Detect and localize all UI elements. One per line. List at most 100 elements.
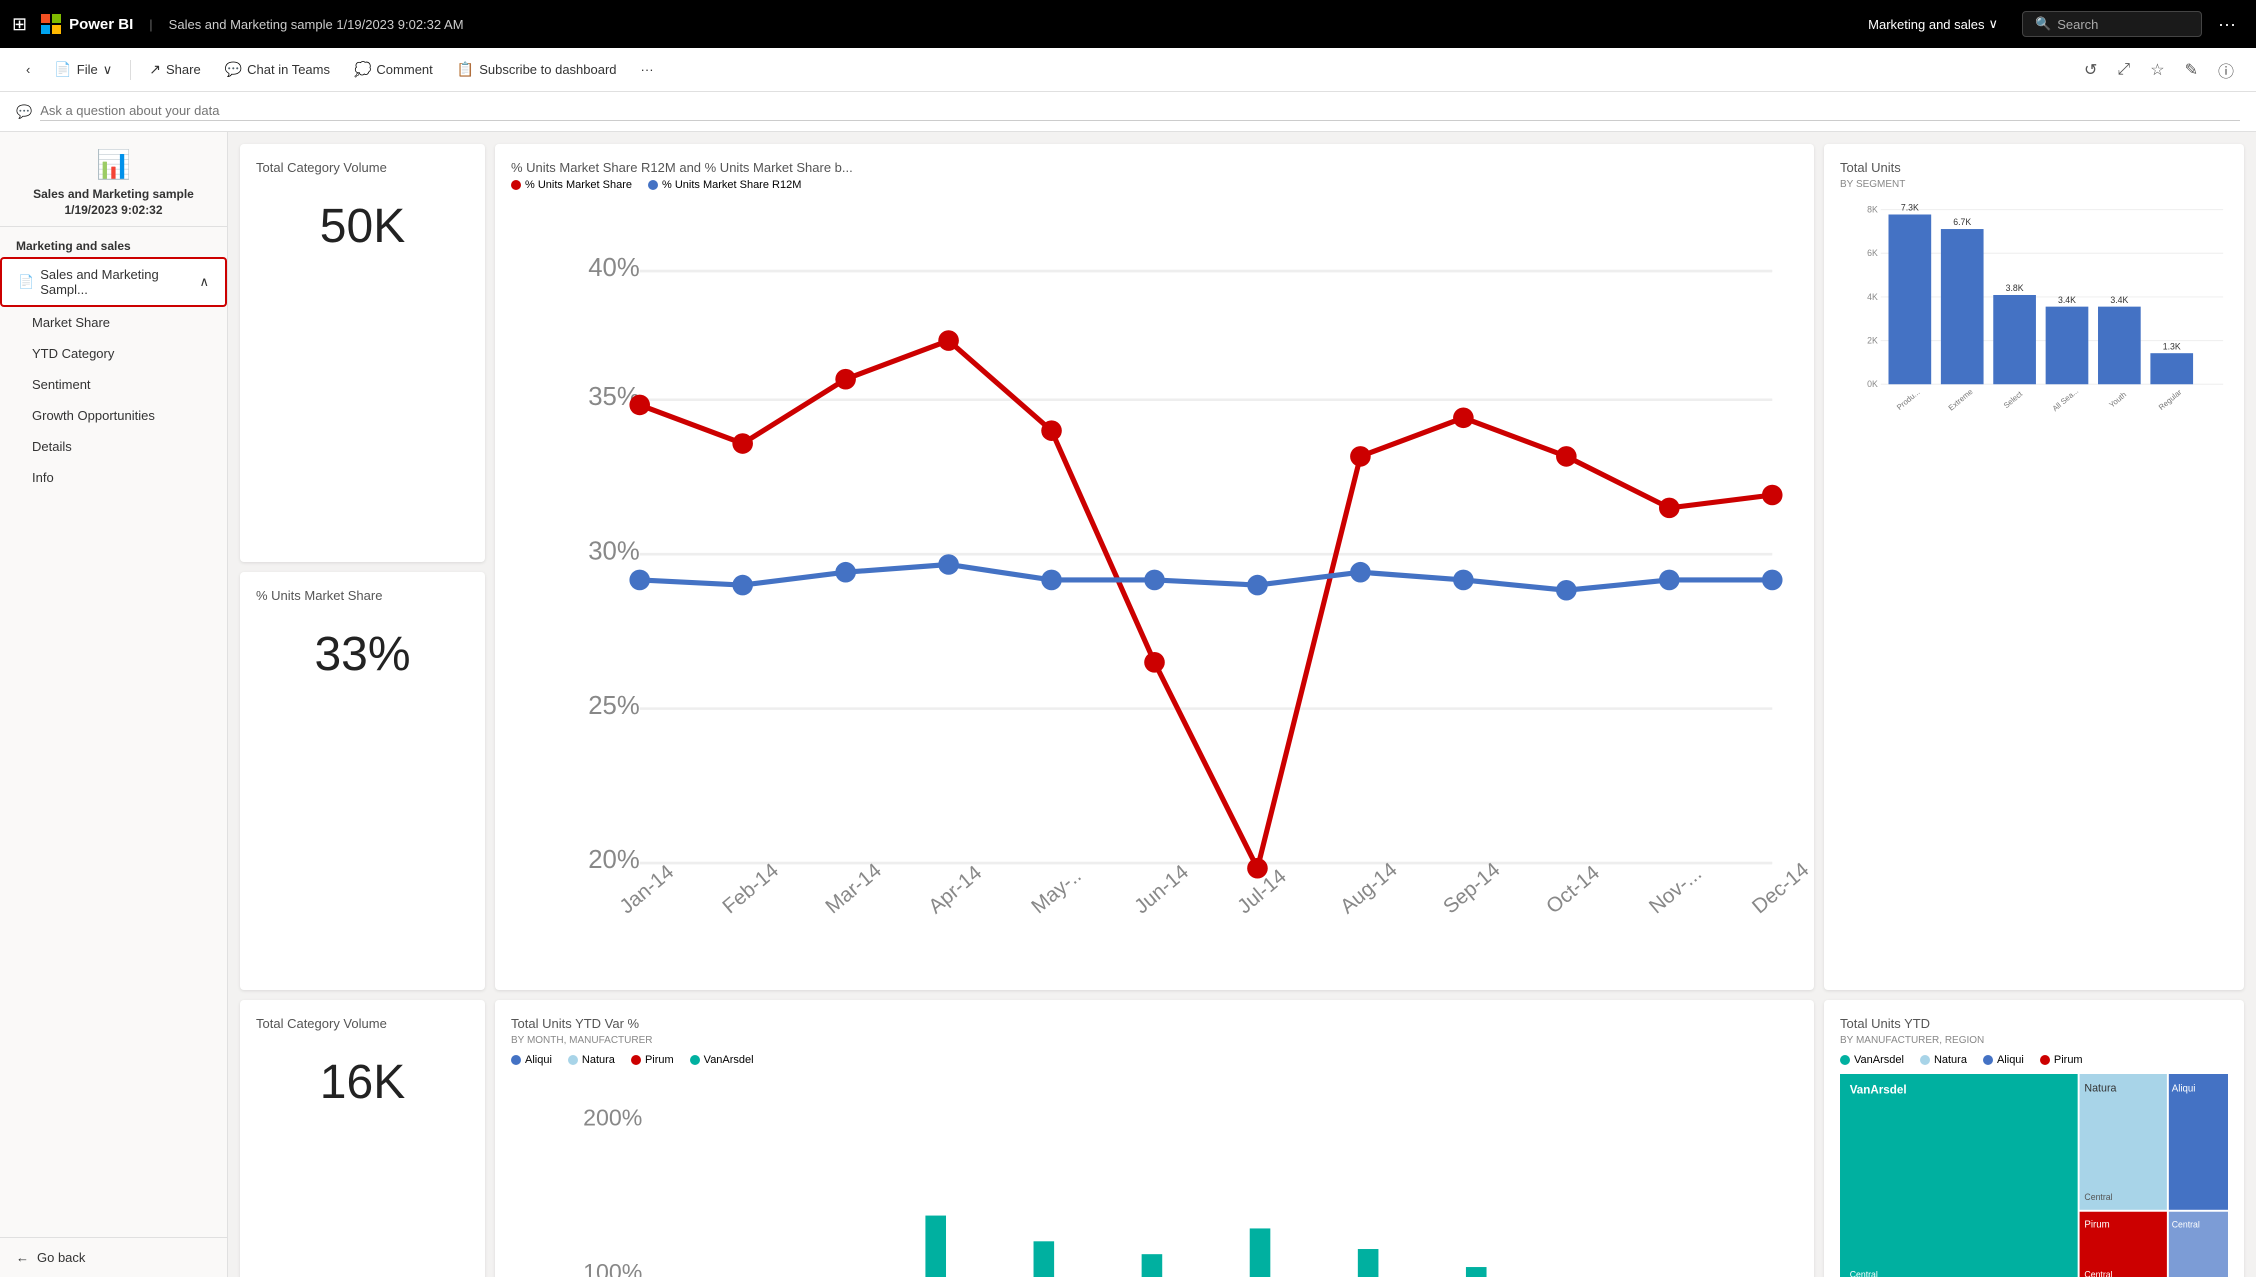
comment-label: Comment bbox=[376, 62, 432, 77]
edit-button[interactable]: ✎ bbox=[2179, 54, 2204, 86]
sidebar-item-ytd-category[interactable]: YTD Category bbox=[0, 338, 227, 369]
card-value: 50K bbox=[256, 179, 469, 274]
chat-label: Chat in Teams bbox=[247, 62, 330, 77]
svg-text:Mar-14: Mar-14 bbox=[821, 859, 886, 919]
svg-text:0K: 0K bbox=[1867, 379, 1878, 389]
legend-dot-1 bbox=[511, 180, 521, 190]
sidebar-item-growth-opportunities[interactable]: Growth Opportunities bbox=[0, 400, 227, 431]
go-back-label: Go back bbox=[37, 1250, 85, 1265]
subscribe-label: Subscribe to dashboard bbox=[479, 62, 616, 77]
ytd-treemap-legend: VanArsdel Natura Aliqui Pirum bbox=[1840, 1054, 2228, 1066]
file-button[interactable]: 📄 File ∨ bbox=[44, 56, 122, 83]
teams-icon: 💬 bbox=[225, 61, 242, 78]
ask-question-bar: 💬 bbox=[0, 92, 2256, 132]
ytd-legend: Aliqui Natura Pirum VanArsdel bbox=[511, 1054, 1798, 1066]
card-ytd-var[interactable]: Total Units YTD Var % BY MONTH, MANUFACT… bbox=[495, 1000, 1814, 1277]
legend-vanarsdel-label: VanArsdel bbox=[704, 1054, 754, 1066]
card-line-chart[interactable]: % Units Market Share R12M and % Units Ma… bbox=[495, 144, 1814, 990]
legend-ali-label: Aliqui bbox=[1997, 1054, 2024, 1066]
svg-text:Pirum: Pirum bbox=[2084, 1219, 2109, 1230]
sidebar-collapse-button[interactable]: ‹ bbox=[16, 57, 40, 82]
svg-text:6.7K: 6.7K bbox=[1953, 217, 1971, 227]
svg-text:VanArsdel: VanArsdel bbox=[1850, 1084, 1907, 1097]
legend-pirum: Pirum bbox=[631, 1054, 674, 1066]
legend-pirum-label: Pirum bbox=[645, 1054, 674, 1066]
card-total-units[interactable]: Total Units BY SEGMENT 8K 6K 4K 2K 0K bbox=[1824, 144, 2244, 990]
sidebar-section-sales[interactable]: 📄 Sales and Marketing Sampl... ∧ bbox=[0, 257, 227, 307]
dashboard-grid: Total Category Volume 50K % Units Market… bbox=[240, 144, 2244, 1277]
main-layout: 📊 Sales and Marketing sample 1/19/2023 9… bbox=[0, 132, 2256, 1277]
svg-text:Aliqui: Aliqui bbox=[2172, 1084, 2196, 1095]
dot-aliqui bbox=[511, 1055, 521, 1065]
toolbar-right-actions: ↺ ⤢ ☆ ✎ ⓘ bbox=[2078, 54, 2240, 86]
comment-button[interactable]: 💭 Comment bbox=[344, 56, 443, 83]
refresh-button[interactable]: ↺ bbox=[2078, 54, 2103, 86]
card-total-category-volume-2[interactable]: Total Category Volume 16K bbox=[240, 1000, 485, 1277]
sidebar-item-info[interactable]: Info bbox=[0, 462, 227, 493]
card-title: Total Category Volume bbox=[256, 160, 469, 175]
chat-in-teams-button[interactable]: 💬 Chat in Teams bbox=[215, 56, 340, 83]
sidebar-go-back[interactable]: ← Go back bbox=[0, 1237, 227, 1277]
svg-text:25%: 25% bbox=[588, 692, 639, 720]
total-units-chart: 8K 6K 4K 2K 0K 7.3K 6.7K bbox=[1840, 198, 2228, 431]
card-total-units-ytd[interactable]: Total Units YTD BY MANUFACTURER, REGION … bbox=[1824, 1000, 2244, 1277]
powerbi-label: Power BI bbox=[69, 16, 133, 33]
legend-ali: Aliqui bbox=[1983, 1054, 2024, 1066]
units-market-share-value: 33% bbox=[256, 607, 469, 702]
dot-nat bbox=[1920, 1055, 1930, 1065]
sidebar-item-sentiment[interactable]: Sentiment bbox=[0, 369, 227, 400]
fullscreen-button[interactable]: ⤢ bbox=[2111, 54, 2136, 86]
topbar-more-button[interactable]: ··· bbox=[2210, 14, 2244, 35]
svg-text:3.4K: 3.4K bbox=[2110, 295, 2128, 305]
svg-text:100%: 100% bbox=[583, 1259, 642, 1277]
legend-item-1: % Units Market Share bbox=[511, 179, 632, 191]
svg-text:Select: Select bbox=[2002, 389, 2025, 410]
file-chevron-icon: ∨ bbox=[103, 62, 113, 78]
svg-text:Sep-14: Sep-14 bbox=[1439, 858, 1505, 918]
total-units-subtitle: BY SEGMENT bbox=[1840, 179, 2228, 190]
total-units-ytd-title: Total Units YTD bbox=[1840, 1016, 2228, 1031]
card-total-category-volume-1[interactable]: Total Category Volume 50K bbox=[240, 144, 485, 562]
total-units-ytd-subtitle: BY MANUFACTURER, REGION bbox=[1840, 1035, 2228, 1046]
collapse-icon: ‹ bbox=[26, 62, 30, 77]
toolbar-more-icon: ··· bbox=[641, 62, 654, 77]
sidebar-item-details[interactable]: Details bbox=[0, 431, 227, 462]
ask-question-input[interactable] bbox=[40, 103, 2240, 121]
svg-text:Central: Central bbox=[2084, 1270, 2112, 1277]
legend-vanarsdel: VanArsdel bbox=[690, 1054, 754, 1066]
toolbar-separator bbox=[130, 60, 131, 80]
dot-ali bbox=[1983, 1055, 1993, 1065]
search-box[interactable]: 🔍 Search bbox=[2022, 11, 2202, 37]
sidebar-item-market-share[interactable]: Market Share bbox=[0, 307, 227, 338]
svg-text:Produ...: Produ... bbox=[1895, 388, 1922, 412]
subscribe-button[interactable]: 📋 Subscribe to dashboard bbox=[447, 56, 627, 83]
legend-natura-label: Natura bbox=[582, 1054, 615, 1066]
sidebar-page-label: Growth Opportunities bbox=[32, 408, 155, 423]
card-value-2: 16K bbox=[256, 1035, 469, 1130]
svg-text:Apr-14: Apr-14 bbox=[924, 861, 986, 918]
svg-text:Youth: Youth bbox=[2107, 390, 2128, 409]
svg-text:Nov-...: Nov-... bbox=[1645, 862, 1706, 919]
legend-aliqui-label: Aliqui bbox=[525, 1054, 552, 1066]
svg-text:3.4K: 3.4K bbox=[2058, 295, 2076, 305]
card-units-market-share[interactable]: % Units Market Share 33% bbox=[240, 572, 485, 990]
svg-text:8K: 8K bbox=[1867, 205, 1878, 215]
report-title-topbar: Sales and Marketing sample 1/19/2023 9:0… bbox=[169, 17, 1860, 32]
topbar: ⊞ Power BI | Sales and Marketing sample … bbox=[0, 0, 2256, 48]
legend-aliqui: Aliqui bbox=[511, 1054, 552, 1066]
share-button[interactable]: ↗ Share bbox=[139, 56, 210, 83]
share-label: Share bbox=[166, 62, 201, 77]
file-icon: 📄 bbox=[54, 61, 71, 78]
favorite-button[interactable]: ☆ bbox=[2144, 54, 2170, 86]
workspace-selector[interactable]: Marketing and sales ∨ bbox=[1868, 16, 1998, 32]
total-units-title: Total Units bbox=[1840, 160, 2228, 175]
workspace-label: Marketing and sales bbox=[1868, 17, 1984, 32]
line-chart-title: % Units Market Share R12M and % Units Ma… bbox=[511, 160, 1798, 175]
svg-text:Feb-14: Feb-14 bbox=[718, 859, 783, 919]
comment-icon: 💭 bbox=[354, 61, 371, 78]
toolbar-more-button[interactable]: ··· bbox=[631, 57, 664, 82]
waffle-icon[interactable]: ⊞ bbox=[12, 14, 27, 35]
info-button[interactable]: ⓘ bbox=[2212, 54, 2240, 86]
svg-text:Oct-14: Oct-14 bbox=[1542, 861, 1604, 918]
svg-text:Central: Central bbox=[1850, 1270, 1878, 1277]
